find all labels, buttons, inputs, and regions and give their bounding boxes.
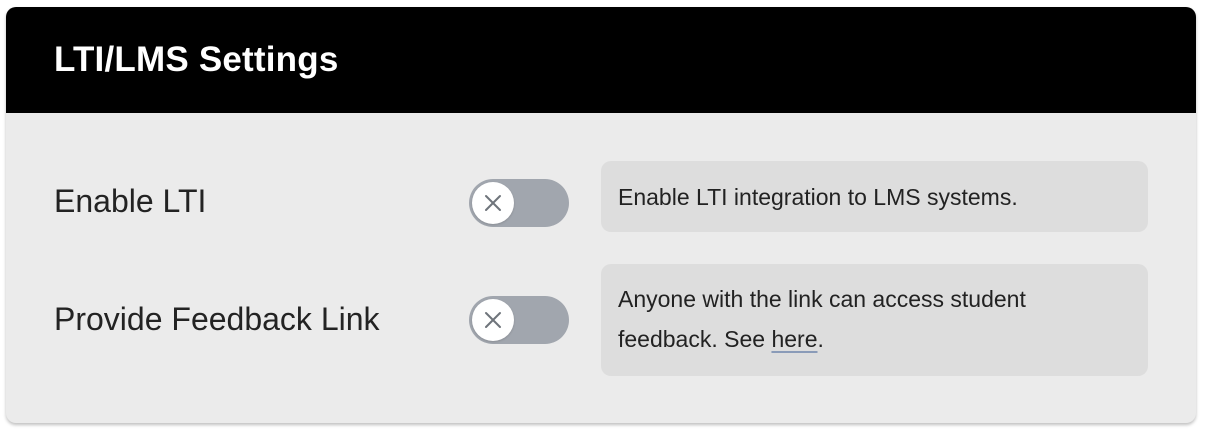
x-icon — [485, 312, 501, 328]
setting-row-feedback-link: Provide Feedback Link Anyone with the li… — [6, 253, 1196, 403]
enable-lti-description-text: Enable LTI integration to LMS systems. — [618, 183, 1018, 210]
feedback-link-description: Anyone with the link can access student … — [601, 264, 1148, 376]
enable-lti-description: Enable LTI integration to LMS systems. — [601, 161, 1148, 232]
lti-lms-settings-card: LTI/LMS Settings Enable LTI Enable LTI i… — [6, 7, 1196, 423]
enable-lti-toggle[interactable] — [469, 179, 569, 227]
card-header: LTI/LMS Settings — [6, 7, 1196, 113]
feedback-link-toggle[interactable] — [469, 296, 569, 344]
feedback-link-label: Provide Feedback Link — [54, 301, 380, 337]
here-link[interactable]: here — [771, 326, 817, 352]
setting-row-enable-lti: Enable LTI Enable LTI integration to LMS… — [6, 113, 1196, 253]
feedback-link-description-suffix: . — [817, 326, 824, 352]
x-icon — [485, 195, 501, 211]
toggle-knob — [472, 182, 514, 224]
enable-lti-label: Enable LTI — [54, 183, 207, 219]
toggle-knob — [472, 299, 514, 341]
card-title: LTI/LMS Settings — [54, 40, 339, 79]
